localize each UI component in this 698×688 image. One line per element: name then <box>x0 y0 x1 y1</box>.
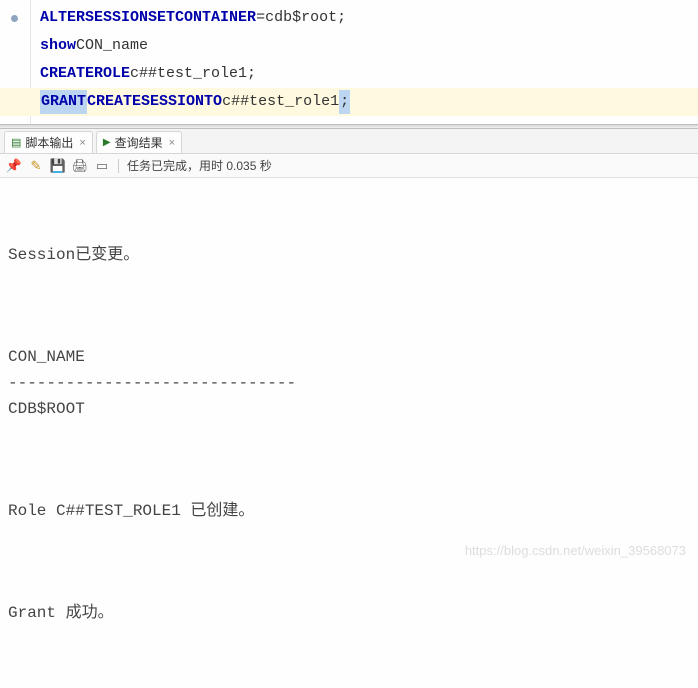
code-line[interactable]: CREATE ROLE c##test_role1; <box>0 60 698 88</box>
play-icon: ▶ <box>103 137 111 148</box>
tab-label: 脚本输出 <box>25 134 73 151</box>
toolbar-separator <box>118 159 119 173</box>
script-output-content[interactable]: Session已变更。 CON_NAME -------------------… <box>0 178 698 688</box>
code-token: CON_name <box>76 34 148 58</box>
code-token: ALTER <box>40 6 85 30</box>
tab-query-result[interactable]: ▶ 查询结果 × <box>96 131 182 153</box>
output-tabs: ▤ 脚本输出 × ▶ 查询结果 × <box>0 129 698 154</box>
pin-icon[interactable]: 📌 <box>6 158 22 174</box>
sql-editor[interactable]: ALTER SESSION SET CONTAINER=cdb$root;sho… <box>0 0 698 124</box>
code-line[interactable]: ALTER SESSION SET CONTAINER=cdb$root; <box>0 4 698 32</box>
code-token: ; <box>339 90 350 114</box>
code-token: SET <box>148 6 175 30</box>
pencil-icon[interactable]: ✎ <box>28 158 44 174</box>
output-toolbar: 📌 ✎ 💾 🖨 ▭ 任务已完成，用时 0.035 秒 <box>0 154 698 178</box>
code-token: show <box>40 34 76 58</box>
output-line: Session已变更。 <box>8 242 690 268</box>
code-token: c##test_role1 <box>222 90 339 114</box>
code-token: SESSION <box>85 6 148 30</box>
output-line: Grant 成功。 <box>8 600 690 626</box>
code-line[interactable]: show CON_name <box>0 32 698 60</box>
code-token: GRANT <box>40 90 87 114</box>
code-token: CONTAINER <box>175 6 256 30</box>
code-token: TO <box>204 90 222 114</box>
code-token: CREATE <box>40 62 94 86</box>
output-line: Role C##TEST_ROLE1 已创建。 <box>8 498 690 524</box>
tab-script-output[interactable]: ▤ 脚本输出 × <box>4 131 93 153</box>
save-icon[interactable]: 💾 <box>50 158 66 174</box>
clear-icon[interactable]: ▭ <box>94 158 110 174</box>
breakpoint-marker[interactable] <box>11 15 18 22</box>
code-token: SESSION <box>141 90 204 114</box>
code-token: c##test_role1; <box>130 62 256 86</box>
tab-label: 查询结果 <box>115 134 163 151</box>
close-icon[interactable]: × <box>79 137 85 149</box>
script-icon: ▤ <box>11 136 21 149</box>
code-line[interactable]: GRANT CREATE SESSION TO c##test_role1; <box>0 88 698 116</box>
close-icon[interactable]: × <box>169 137 175 149</box>
print-icon[interactable]: 🖨 <box>72 158 88 174</box>
status-text: 任务已完成，用时 0.035 秒 <box>127 157 272 174</box>
code-token: =cdb$root; <box>256 6 346 30</box>
code-token: CREATE <box>87 90 141 114</box>
code-token: ROLE <box>94 62 130 86</box>
output-block: CON_NAME ------------------------------ … <box>8 344 690 422</box>
